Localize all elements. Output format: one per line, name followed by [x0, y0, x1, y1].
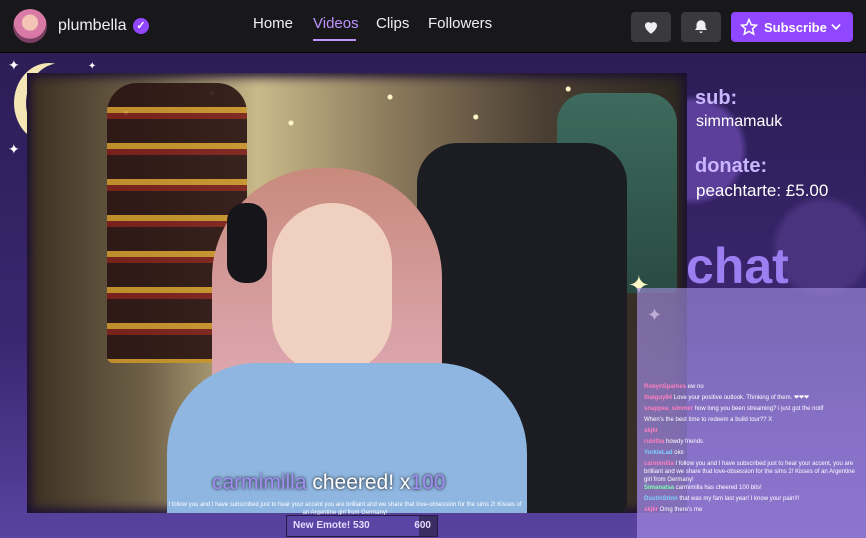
chat-username: rubitha — [644, 439, 665, 445]
sparkle-icon: ✦ — [8, 141, 20, 157]
chevron-down-icon[interactable] — [829, 20, 843, 34]
bell-icon — [695, 20, 707, 33]
cheer-amount: 100 — [410, 471, 446, 494]
subscribe-label: Subscribe — [764, 20, 827, 35]
cheer-user: carmimilla — [212, 471, 307, 494]
chat-message: DustinStinn that was my fam last year! I… — [644, 495, 858, 503]
cheer-text: cheered! x — [312, 471, 411, 494]
chat-text: carmimilla has cheered 100 bits! — [674, 485, 762, 491]
chat-message: RobynSparkes ew no — [644, 383, 858, 391]
chat-username: YorkieLad — [644, 450, 673, 456]
chat-text: Omg there's me — [658, 507, 703, 513]
chat-message: carmimilla I follow you and I have subsc… — [644, 460, 858, 484]
chat-text: When's the best time to redeem a build t… — [644, 417, 773, 423]
chat-username: DustinStinn — [644, 496, 678, 502]
chat-message: YorkieLad oioi — [644, 449, 858, 457]
sparkle-icon: ✦ — [88, 61, 97, 72]
chat-username: carmimilla — [644, 461, 674, 467]
sparkle-icon: ✦ — [8, 57, 20, 73]
tab-clips[interactable]: Clips — [376, 15, 409, 32]
active-tab-indicator — [313, 39, 356, 41]
chat-message: rubitha howdy friends — [644, 438, 858, 446]
chat-username: Simanatsa — [644, 485, 675, 491]
sub-value: simmamauk — [696, 113, 783, 130]
chat-text: that was my fam last year! I know your p… — [677, 496, 800, 502]
tab-home[interactable]: Home — [253, 15, 293, 32]
goal-label: New Emote! 530 — [293, 520, 370, 531]
channel-header: plumbella ✓ Home Videos Clips Followers … — [0, 0, 866, 53]
chat-message: skjkr Omg there's me — [644, 506, 858, 514]
heart-icon — [645, 22, 657, 34]
chat-message: When's the best time to redeem a build t… — [644, 416, 858, 424]
chat-text: Love your positive outlook. Thinking of … — [672, 395, 810, 401]
chat-text: how long you been streaming? i just got … — [693, 406, 824, 412]
webcam-feed — [27, 73, 687, 513]
verified-badge-icon: ✓ — [133, 18, 149, 34]
streamer-face — [272, 203, 392, 373]
chat-title: chat — [686, 238, 789, 294]
donate-label: donate: — [695, 155, 768, 177]
stream-player[interactable]: ✦ ✦ ✦ carmimilla cheered! x100 I follow … — [0, 53, 866, 538]
chat-text: oioi — [672, 450, 684, 456]
tab-followers[interactable]: Followers — [428, 15, 492, 32]
chat-text: howdy friends — [664, 439, 704, 445]
emote-goal-bar: New Emote! 530 600 — [286, 515, 438, 537]
chat-message: skjkr — [644, 427, 858, 435]
chat-text: ew no — [686, 384, 704, 390]
channel-avatar[interactable] — [13, 9, 47, 43]
chat-username: skjkr — [644, 428, 659, 434]
tab-videos[interactable]: Videos — [313, 15, 359, 32]
sub-label: sub: — [695, 87, 738, 109]
chat-username: snappea_simmer — [644, 406, 694, 412]
follow-button[interactable] — [631, 12, 671, 42]
channel-name[interactable]: plumbella — [58, 17, 126, 35]
chat-message: Simanatsa carmimilla has cheered 100 bit… — [644, 484, 858, 492]
chat-message: thalguy84 Love your positive outlook. Th… — [644, 394, 858, 402]
chat-username: skjkr — [644, 507, 659, 513]
donate-value: peachtarte: £5.00 — [696, 181, 829, 200]
notifications-button[interactable] — [681, 12, 721, 42]
cheer-alert: carmimilla cheered! x100 — [212, 471, 445, 495]
goal-target: 600 — [414, 520, 431, 531]
subscribe-button[interactable]: Subscribe — [731, 12, 853, 42]
chat-username: thalguy84 — [644, 395, 673, 401]
chat-username: RobynSparkes — [644, 384, 687, 390]
headphones — [227, 203, 267, 283]
chat-message: snappea_simmer how long you been streami… — [644, 405, 858, 413]
star-icon — [740, 18, 758, 36]
chat-text: I follow you and I have subscribed just … — [644, 461, 855, 483]
